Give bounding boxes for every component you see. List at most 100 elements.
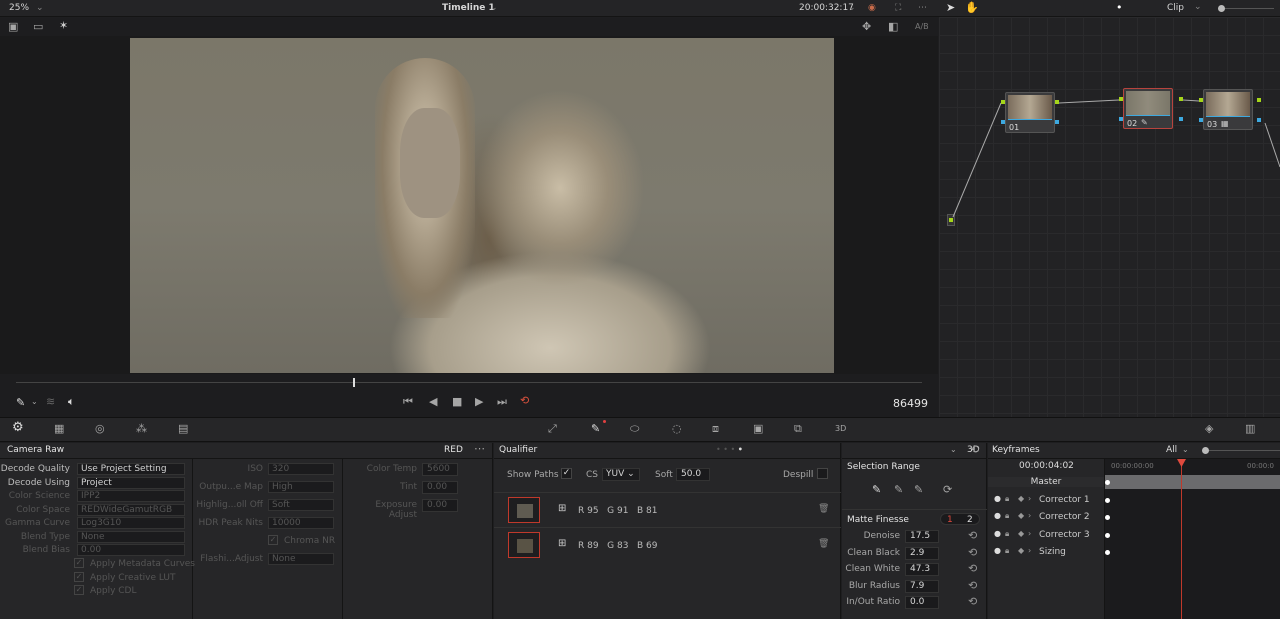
play-reverse-icon[interactable]: ◀ xyxy=(429,396,437,408)
tracker-icon[interactable]: ◌ xyxy=(672,423,682,435)
invert-icon[interactable]: ⟳ xyxy=(943,484,952,496)
transform-icon[interactable]: ✥ xyxy=(862,21,871,33)
chevron-down-icon[interactable]: ⌄ xyxy=(36,3,44,13)
keyframe-diamond-icon[interactable]: ◆ xyxy=(1018,494,1024,503)
key-icon[interactable]: ▣ xyxy=(753,423,763,435)
lock-icon[interactable]: 🔒︎ xyxy=(1005,546,1009,556)
reset-icon[interactable]: ⟲ xyxy=(968,562,977,575)
blur-icon[interactable]: ⧈ xyxy=(712,423,719,435)
keyframe-point[interactable] xyxy=(1105,480,1110,485)
fullscreen-icon[interactable]: ⛶ xyxy=(895,3,901,13)
playhead[interactable] xyxy=(353,378,355,387)
keyframe-point[interactable] xyxy=(1105,549,1110,555)
reset-icon[interactable]: ⟲ xyxy=(968,546,977,559)
keyframe-point[interactable] xyxy=(1105,498,1110,503)
chevron-right-icon[interactable]: › xyxy=(1028,511,1031,520)
track-enable-icon[interactable]: ● xyxy=(994,511,1001,520)
zoom-slider[interactable] xyxy=(1218,8,1274,9)
finesse-field[interactable]: 17.5 xyxy=(905,530,939,543)
track-enable-icon[interactable]: ● xyxy=(994,529,1001,538)
finesse-tabs[interactable]: 1 2 xyxy=(940,513,980,525)
raw-setting-select[interactable]: Use Project Setting xyxy=(77,463,185,475)
master-track-bar[interactable] xyxy=(1105,475,1280,489)
3d-icon[interactable]: 3D xyxy=(835,423,846,435)
raw-setting-select[interactable]: Project xyxy=(77,476,185,489)
finesse-field[interactable]: 0.0 xyxy=(905,596,939,609)
chevron-down-icon[interactable]: ⌄ xyxy=(848,3,856,13)
timeline-name[interactable]: Timeline 1 xyxy=(442,3,495,13)
single-view-icon[interactable]: ▣ xyxy=(8,21,18,33)
finesse-field[interactable]: 2.9 xyxy=(905,546,939,560)
more-icon[interactable]: ⋯ xyxy=(474,443,485,455)
zoom-select[interactable]: 25% xyxy=(9,3,29,13)
hand-icon[interactable]: ✋ xyxy=(965,2,979,14)
keyframe-diamond-icon[interactable]: ◆ xyxy=(1018,546,1024,555)
speaker-icon[interactable]: 🔈︎ xyxy=(68,396,75,408)
chevron-right-icon[interactable]: › xyxy=(1028,529,1031,538)
pointer-icon[interactable]: ➤ xyxy=(946,2,955,14)
motion-effects-icon[interactable]: ▤ xyxy=(178,423,188,435)
lock-icon[interactable]: 🔒︎ xyxy=(1005,511,1009,521)
soft-field[interactable]: 50.0 xyxy=(676,468,710,481)
track-enable-icon[interactable]: ● xyxy=(994,494,1001,503)
chevron-down-icon[interactable]: ⌄ xyxy=(1182,444,1189,456)
trash-icon[interactable]: 🗑︎ xyxy=(818,504,829,514)
add-icon[interactable]: ⊞ xyxy=(558,503,566,514)
chevron-down-icon[interactable]: ⌄ xyxy=(31,396,38,408)
viewer-image[interactable] xyxy=(130,38,834,373)
finesse-field[interactable]: 47.3 xyxy=(905,563,939,576)
scopes-icon[interactable]: ▥ xyxy=(1245,423,1255,435)
trash-icon[interactable]: 🗑︎ xyxy=(818,539,829,549)
camera-raw-icon[interactable]: ⚙ xyxy=(12,421,24,434)
play-icon[interactable]: ▶ xyxy=(475,396,483,408)
loop-icon[interactable]: ⟲ xyxy=(520,395,529,407)
eyedropper-icon[interactable]: ✎ xyxy=(16,397,25,409)
qualifier-icon[interactable]: ✎ xyxy=(591,423,600,435)
color-wheel-icon[interactable]: ◉ xyxy=(868,3,876,13)
picker-icon[interactable]: ✎ xyxy=(872,484,881,496)
reset-icon[interactable]: ⟲ xyxy=(968,595,977,608)
keyframes-icon[interactable]: ◈ xyxy=(1205,423,1213,435)
picker-minus-icon[interactable]: ✎ xyxy=(894,484,903,496)
cs-select[interactable]: YUV ⌄ xyxy=(602,468,640,481)
keyframe-zoom-slider[interactable] xyxy=(1202,450,1280,451)
keyframe-diamond-icon[interactable]: ◆ xyxy=(1018,511,1024,520)
skip-forward-icon[interactable]: ⏭︎ xyxy=(497,396,507,408)
ab-toggle[interactable]: A/B xyxy=(915,22,929,31)
add-icon[interactable]: ⊞ xyxy=(558,538,566,549)
page-dots[interactable]: • • • • xyxy=(716,445,743,454)
magic-wand-icon[interactable]: ✶ xyxy=(59,20,68,32)
chevron-down-icon[interactable]: ⌄ xyxy=(490,3,498,13)
reset-icon[interactable]: ⟲ xyxy=(968,579,977,592)
lock-icon[interactable]: 🔒︎ xyxy=(1005,529,1009,539)
keyframe-diamond-icon[interactable]: ◆ xyxy=(1018,529,1024,538)
sizing-icon[interactable]: ⧉ xyxy=(794,423,802,435)
skip-back-icon[interactable]: ⏮︎ xyxy=(403,396,413,408)
show-paths-checkbox[interactable]: ✓ xyxy=(561,468,572,479)
color-match-icon[interactable]: ▦ xyxy=(54,423,64,435)
chevron-right-icon[interactable]: › xyxy=(1028,494,1031,503)
curves-icon[interactable]: ⤢ xyxy=(548,423,557,435)
qualifier-swatch[interactable] xyxy=(508,532,540,558)
chevron-right-icon[interactable]: › xyxy=(1028,546,1031,555)
keyframe-playhead[interactable] xyxy=(1181,459,1182,619)
dot-icon[interactable]: • xyxy=(1116,2,1123,14)
lock-icon[interactable]: 🔒︎ xyxy=(1005,494,1009,504)
keyframe-point[interactable] xyxy=(1105,532,1110,538)
track-enable-icon[interactable]: ● xyxy=(994,546,1001,555)
keyframe-filter[interactable]: All xyxy=(1166,445,1177,455)
layers-icon[interactable]: ≋ xyxy=(46,396,55,408)
reset-icon[interactable]: ⟲ xyxy=(970,444,979,456)
window-icon[interactable]: ⬭ xyxy=(630,423,639,435)
qualifier-swatch[interactable] xyxy=(508,497,540,523)
reset-icon[interactable]: ⟲ xyxy=(968,529,977,542)
color-wheels-icon[interactable]: ◎ xyxy=(95,423,105,435)
node-editor[interactable]: 01 02 ✎ 03 ▦ xyxy=(939,17,1280,417)
stop-icon[interactable]: ■ xyxy=(452,396,462,408)
split-icon[interactable]: ◧ xyxy=(888,21,898,33)
chevron-down-icon[interactable]: ⌄ xyxy=(950,444,957,456)
despill-checkbox[interactable] xyxy=(817,468,828,479)
rgb-mixer-icon[interactable]: ⁂ xyxy=(136,423,147,435)
clip-mode[interactable]: Clip xyxy=(1167,3,1184,13)
dual-view-icon[interactable]: ▭ xyxy=(33,21,43,33)
